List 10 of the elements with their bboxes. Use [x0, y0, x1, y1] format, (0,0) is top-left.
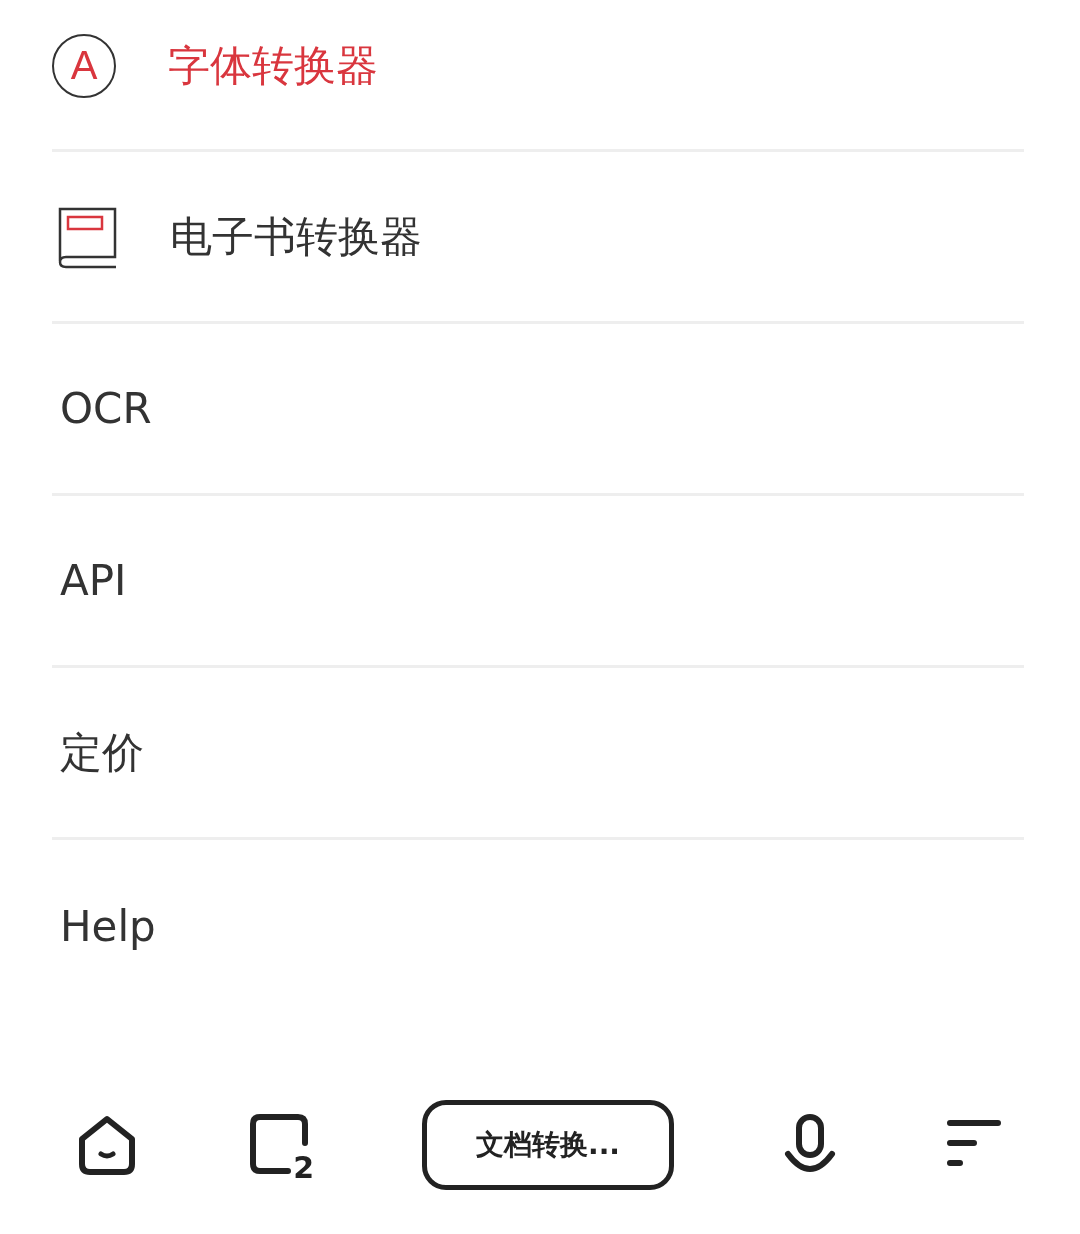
address-bar[interactable]: 文档转换...: [422, 1100, 674, 1190]
menu-item[interactable]: OCR: [60, 384, 152, 433]
menu-item[interactable]: 定价: [60, 724, 144, 781]
font-icon: A: [52, 33, 116, 98]
tabs-button[interactable]: 2: [248, 1113, 312, 1177]
menu-item[interactable]: API: [60, 556, 127, 605]
home-icon[interactable]: [76, 1114, 138, 1176]
menu-item[interactable]: 字体转换器: [168, 37, 378, 94]
menu-item[interactable]: 电子书转换器: [170, 208, 422, 265]
menu-item[interactable]: Help: [60, 901, 156, 951]
